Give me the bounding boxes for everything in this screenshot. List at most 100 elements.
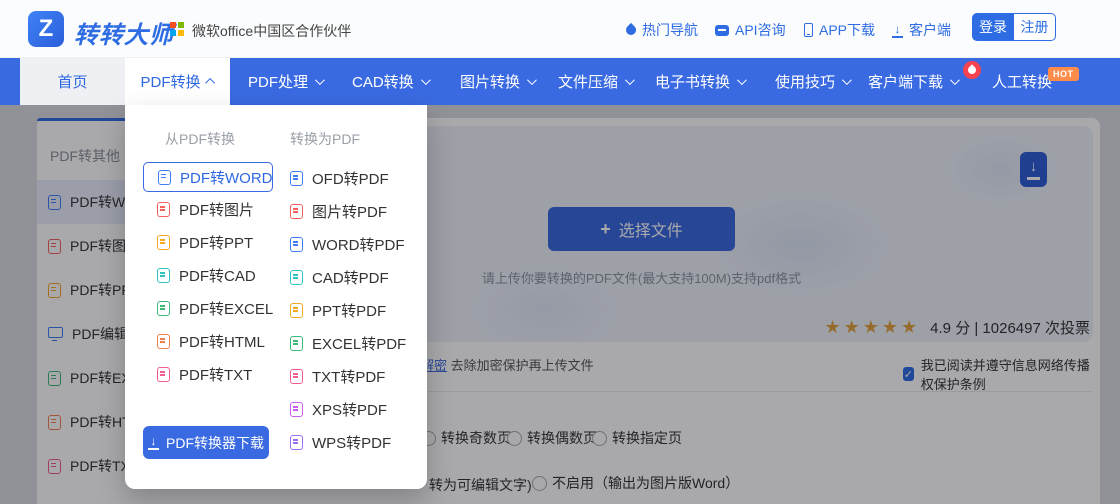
menu-item-image-to-pdf[interactable]: 图片转PDF: [276, 195, 406, 228]
menu-item-ppt-to-pdf[interactable]: PPT转PDF: [276, 294, 406, 327]
doc-icon: [157, 202, 170, 217]
menu-item-xps-to-pdf[interactable]: XPS转PDF: [276, 393, 406, 426]
hot-badge: HOT: [1048, 67, 1079, 81]
api-link[interactable]: API咨询: [715, 20, 786, 40]
nav-item-tips[interactable]: 使用技巧: [775, 58, 849, 105]
menu-item-cad-to-pdf[interactable]: CAD转PDF: [276, 261, 406, 294]
doc-icon: [290, 369, 303, 384]
chevron-down-icon: [950, 75, 960, 85]
logo-icon[interactable]: Z: [28, 11, 64, 47]
menu-item-wps-to-pdf[interactable]: WPS转PDF: [276, 426, 406, 459]
app-download-link[interactable]: APP下载: [804, 20, 875, 40]
menu-item-label: OFD转PDF: [312, 168, 389, 189]
download-icon: ↓: [148, 435, 159, 450]
download-bar: [148, 448, 159, 450]
menu-item-pdf-to-excel[interactable]: PDF转EXCEL: [143, 292, 273, 325]
nav-label: CAD转换: [352, 71, 414, 92]
menu-item-pdf-to-word[interactable]: PDF转WORD: [143, 162, 273, 192]
doc-icon: [157, 301, 170, 316]
nav-item-home[interactable]: 首页: [20, 58, 125, 105]
doc-icon: [290, 270, 303, 285]
menu-item-pdf-to-txt[interactable]: PDF转TXT: [143, 358, 273, 391]
doc-icon: [158, 170, 171, 185]
hot-nav-label: 热门导航: [642, 20, 698, 40]
nav-item-file-compress[interactable]: 文件压缩: [558, 58, 632, 105]
doc-icon: [290, 435, 303, 450]
menu-item-label: EXCEL转PDF: [312, 333, 406, 354]
nav-item-cad-convert[interactable]: CAD转换: [352, 58, 428, 105]
doc-icon: [290, 204, 303, 219]
download-arrow-glyph: ↓: [151, 435, 157, 447]
pdf-converter-download-button[interactable]: ↓ PDF转换器下载: [143, 426, 269, 459]
chevron-down-icon: [421, 75, 431, 85]
site-logo-text[interactable]: 转转大师: [74, 15, 174, 50]
doc-icon: [290, 171, 303, 186]
nav-label: PDF处理: [248, 71, 308, 92]
nav-item-manual-convert[interactable]: 人工转换: [992, 58, 1052, 105]
chevron-up-icon: [205, 78, 215, 88]
doc-icon: [290, 303, 303, 318]
nav-label: 图片转换: [460, 71, 520, 92]
ms-square-green: [178, 22, 184, 28]
register-button[interactable]: 注册: [1014, 13, 1056, 41]
menu-item-excel-to-pdf[interactable]: EXCEL转PDF: [276, 327, 406, 360]
chevron-down-icon: [527, 75, 537, 85]
menu-item-label: WPS转PDF: [312, 432, 391, 453]
menu-item-label: PDF转EXCEL: [179, 298, 273, 319]
menu-item-label: XPS转PDF: [312, 399, 387, 420]
page-root: Z 转转大师 微软office中国区合作伙伴 热门导航 API咨询 APP下载 …: [0, 0, 1120, 504]
doc-icon: [290, 402, 303, 417]
menu-item-label: PDF转图片: [179, 199, 254, 220]
flame-icon: [966, 64, 977, 75]
dropdown-group-title-to-pdf: 转换为PDF: [290, 129, 360, 149]
menu-item-label: WORD转PDF: [312, 234, 405, 255]
chevron-down-icon: [842, 75, 852, 85]
menu-item-label: PDF转HTML: [179, 331, 265, 352]
pdf-convert-dropdown: 从PDF转换 转换为PDF PDF转WORD PDF转图片 PDF转PPT PD…: [125, 105, 427, 489]
flame-icon: [624, 23, 638, 37]
menu-item-ofd-to-pdf[interactable]: OFD转PDF: [276, 162, 406, 195]
menu-item-pdf-to-cad[interactable]: PDF转CAD: [143, 259, 273, 292]
menu-item-txt-to-pdf[interactable]: TXT转PDF: [276, 360, 406, 393]
doc-icon: [157, 235, 170, 250]
nav-pdf-convert-label: PDF转换: [140, 71, 200, 92]
menu-item-pdf-to-image[interactable]: PDF转图片: [143, 193, 273, 226]
download-icon: ↓: [892, 23, 903, 38]
download-button-label: PDF转换器下载: [166, 433, 264, 453]
client-link[interactable]: ↓ 客户端: [892, 20, 951, 40]
nav-label: 客户端下载: [868, 71, 943, 92]
client-label: 客户端: [909, 20, 951, 40]
download-bar: [892, 36, 903, 38]
microsoft-logo-icon: [170, 22, 184, 36]
doc-icon: [157, 367, 170, 382]
menu-item-label: PDF转PPT: [179, 232, 253, 253]
menu-item-label: 图片转PDF: [312, 201, 387, 222]
menu-item-pdf-to-html[interactable]: PDF转HTML: [143, 325, 273, 358]
flame-badge-icon: [963, 61, 981, 79]
chat-icon: [715, 25, 729, 36]
nav-item-pdf-convert[interactable]: PDF转换: [125, 58, 230, 105]
menu-item-pdf-to-ppt[interactable]: PDF转PPT: [143, 226, 273, 259]
hot-nav-link[interactable]: 热门导航: [626, 20, 698, 40]
doc-icon: [290, 237, 303, 252]
ms-square-blue: [170, 30, 176, 36]
menu-item-label: PDF转TXT: [179, 364, 252, 385]
menu-item-word-to-pdf[interactable]: WORD转PDF: [276, 228, 406, 261]
api-label: API咨询: [735, 20, 786, 40]
login-button[interactable]: 登录: [972, 13, 1014, 41]
nav-label: 文件压缩: [558, 71, 618, 92]
dropdown-group-title-from-pdf: 从PDF转换: [165, 129, 235, 149]
nav-label: 人工转换: [992, 71, 1052, 92]
doc-icon: [290, 336, 303, 351]
chevron-down-icon: [737, 75, 747, 85]
partner-text: 微软office中国区合作伙伴: [192, 21, 351, 41]
nav-item-ebook-convert[interactable]: 电子书转换: [655, 58, 744, 105]
ms-square-red: [170, 22, 176, 28]
chevron-down-icon: [625, 75, 635, 85]
menu-item-label: PDF转CAD: [179, 265, 256, 286]
nav-item-pdf-process[interactable]: PDF处理: [248, 58, 322, 105]
nav-item-image-convert[interactable]: 图片转换: [460, 58, 534, 105]
nav-item-client-download[interactable]: 客户端下载: [868, 58, 957, 105]
nav-home-label: 首页: [57, 71, 87, 92]
menu-item-label: TXT转PDF: [312, 366, 385, 387]
